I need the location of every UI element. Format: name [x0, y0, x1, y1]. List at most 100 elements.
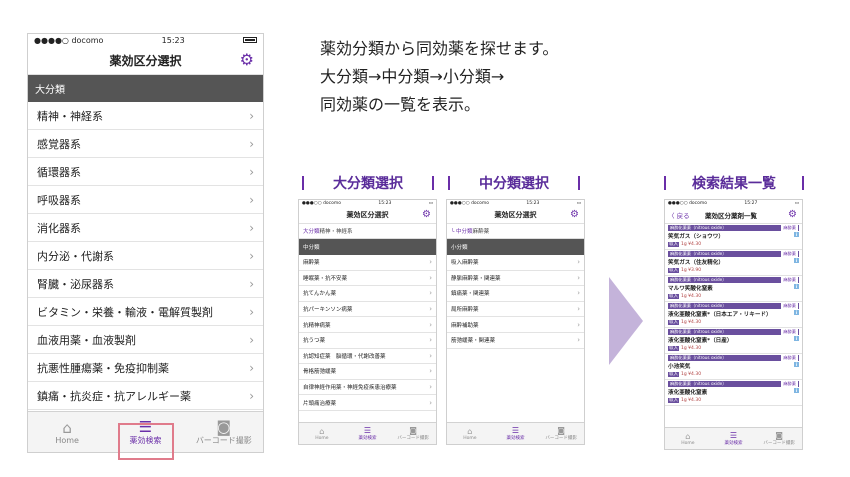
- category-tag: 麻酔薬: [781, 381, 798, 387]
- info-icon[interactable]: i: [794, 388, 799, 393]
- info-icon[interactable]: i: [794, 336, 799, 341]
- gear-icon[interactable]: ⚙: [422, 210, 431, 220]
- tab-home[interactable]: ⌂ Home: [28, 412, 106, 452]
- chevron-right-icon: ›: [429, 320, 432, 329]
- gear-icon[interactable]: ⚙: [788, 210, 797, 220]
- info-icon[interactable]: i: [794, 310, 799, 315]
- list-item-label: 消化器系: [37, 221, 81, 235]
- section-header: 大分類: [28, 75, 263, 102]
- list-item[interactable]: 鎮痛薬・関連薬 ›: [447, 286, 584, 302]
- result-name-row: 小池笑気 i: [668, 361, 799, 371]
- page-title: 薬効区分選択: [109, 53, 182, 68]
- list-item[interactable]: 循環器系 ›: [28, 158, 263, 186]
- tab-home[interactable]: ⌂ Home: [299, 423, 345, 444]
- list-item[interactable]: 消化器系 ›: [28, 214, 263, 242]
- result-name: 小池笑気: [668, 364, 691, 370]
- tab-barcode[interactable]: ◙ バーコード撮影: [756, 428, 802, 449]
- section-header: 中分類: [299, 239, 436, 255]
- chevron-right-icon: ›: [249, 360, 254, 375]
- chevron-right-icon: ›: [577, 273, 580, 282]
- price-badge: 収入: [668, 268, 679, 273]
- list-item[interactable]: 片頭痛治療薬 ›: [299, 395, 436, 411]
- info-icon[interactable]: i: [794, 284, 799, 289]
- list-item[interactable]: 抗パーキンソン病薬 ›: [299, 301, 436, 318]
- camera-icon: ◙: [216, 417, 232, 436]
- list-item[interactable]: 抗てんかん薬 ›: [299, 286, 436, 302]
- nav-bar: 〈 戻る 薬効区分薬剤一覧 ⚙: [665, 207, 802, 224]
- price: ¥4.30: [688, 372, 702, 377]
- description-line: 薬効分類から同効薬を探せます。: [320, 39, 559, 58]
- list-item-label: 睡眠薬・抗不安薬: [303, 275, 348, 282]
- list-item[interactable]: 血液用薬・血液製剤 ›: [28, 326, 263, 354]
- list-icon: ☰: [511, 426, 520, 435]
- list-item[interactable]: ビタミン・栄養・輸液・電解質製剤 ›: [28, 298, 263, 326]
- price-badge: 収入: [668, 372, 679, 377]
- category-tag: 麻酔薬: [781, 329, 798, 335]
- price-badge: 収入: [668, 294, 679, 299]
- result-item[interactable]: 麻酔化薬薬（nitrous oxide） 麻酔薬 液化亜酸化窒素*（日本エア・リキー…: [665, 302, 802, 328]
- tab-barcode[interactable]: ◙ バーコード撮影: [390, 423, 436, 444]
- tab-drug-search[interactable]: ☰ 薬効検索: [345, 423, 391, 444]
- list-item[interactable]: 局所麻酔薬 ›: [447, 301, 584, 318]
- tab-bar: ⌂ Home ☰ 薬効検索 ◙ バーコード撮影: [665, 427, 802, 449]
- gear-icon[interactable]: ⚙: [240, 52, 254, 68]
- list-item[interactable]: 呼吸器系 ›: [28, 186, 263, 214]
- tab-drug-search[interactable]: ☰ 薬効検索: [493, 423, 539, 444]
- result-item[interactable]: 麻酔化薬薬（nitrous oxide） 麻酔薬 マルワ笑酸化窒素 i 収入 1g ¥4.…: [665, 276, 802, 302]
- home-icon: ⌂: [319, 426, 325, 436]
- list-item[interactable]: 抗うつ薬 ›: [299, 332, 436, 349]
- list-item-label: 鎮痛薬・関連薬: [451, 291, 490, 298]
- list-item-label: 骨格筋弛緩薬: [303, 369, 337, 376]
- page-title: 薬効区分選択: [346, 211, 389, 219]
- result-name-row: 液化亜酸化窒素*（日本エア・リキード） i: [668, 309, 799, 319]
- tab-barcode[interactable]: ◙ バーコード撮影: [538, 423, 584, 444]
- tab-drug-search[interactable]: ☰ 薬効検索: [711, 428, 757, 449]
- tab-barcode[interactable]: ◙ バーコード撮影: [185, 412, 263, 452]
- list-item[interactable]: 感覚器系 ›: [28, 130, 263, 158]
- info-icon[interactable]: i: [794, 232, 799, 237]
- result-name: マルワ笑酸化窒素: [668, 286, 713, 292]
- category-tag: 麻酔薬: [781, 355, 798, 361]
- info-icon[interactable]: i: [794, 362, 799, 367]
- result-name: 液化亜酸化窒素: [668, 390, 708, 396]
- list-item[interactable]: 静脈麻酔薬・関連薬 ›: [447, 270, 584, 287]
- info-icon[interactable]: i: [794, 258, 799, 263]
- result-price: 収入 1g ¥4.30: [668, 345, 799, 351]
- result-item[interactable]: 麻酔化薬薬（nitrous oxide） 麻酔薬 液化亜酸化窒素 i 収入 1g ¥4.3…: [665, 380, 802, 406]
- list-item[interactable]: 骨格筋弛緩薬 ›: [299, 364, 436, 380]
- list-item[interactable]: 内分泌・代謝系 ›: [28, 242, 263, 270]
- price: ¥3.90: [688, 268, 702, 273]
- nav-bar: 薬効区分選択 ⚙: [447, 207, 584, 224]
- category-tag: 麻酔薬: [781, 225, 798, 231]
- tab-home[interactable]: ⌂ Home: [665, 428, 711, 449]
- result-item[interactable]: 麻酔化薬薬（nitrous oxide） 麻酔薬 笑気ガス（住友精化） i 収入 1g ¥…: [665, 250, 802, 276]
- list-item[interactable]: 麻酔薬 ›: [299, 255, 436, 271]
- list-item[interactable]: 麻酔補助薬 ›: [447, 317, 584, 333]
- list-item[interactable]: 筋弛緩薬・関連薬 ›: [447, 332, 584, 349]
- chevron-right-icon: ›: [429, 383, 432, 392]
- phone-middle-category: ●●●○○ docomo 15:23 ▭ 薬効区分選択 ⚙ └ 中分類 麻酔薬 …: [446, 199, 585, 445]
- list-item[interactable]: 抗認知症薬 脳循環・代謝改善薬 ›: [299, 348, 436, 365]
- category-tag: 麻酔薬: [781, 303, 798, 309]
- list-item[interactable]: 鎮痛・抗炎症・抗アレルギー薬 ›: [28, 382, 263, 410]
- chevron-right-icon: ›: [249, 136, 254, 151]
- result-price: 収入 1g ¥4.30: [668, 319, 799, 325]
- list-item[interactable]: 精神・神経系 ›: [28, 102, 263, 130]
- list-icon: ☰: [363, 426, 372, 435]
- carrier: ●●●●○ docomo: [34, 35, 104, 45]
- result-item[interactable]: 麻酔化薬薬（nitrous oxide） 麻酔薬 笑気ガス（ショウワ） i 収入 1g ¥…: [665, 224, 802, 250]
- result-item[interactable]: 麻酔化薬薬（nitrous oxide） 麻酔薬 液化亜酸化窒素*（日産） i 収入 1g…: [665, 328, 802, 354]
- result-item[interactable]: 麻酔化薬薬（nitrous oxide） 麻酔薬 小池笑気 i 収入 1g ¥4.30: [665, 354, 802, 380]
- list-item[interactable]: 睡眠薬・抗不安薬 ›: [299, 270, 436, 287]
- list-item[interactable]: 抗精神病薬 ›: [299, 317, 436, 333]
- back-button[interactable]: 〈 戻る: [665, 210, 705, 220]
- tab-home[interactable]: ⌂ Home: [447, 423, 493, 444]
- result-price: 収入 1g ¥4.30: [668, 371, 799, 377]
- list-item[interactable]: 抗悪性腫瘍薬・免疫抑制薬 ›: [28, 354, 263, 382]
- list-item-label: 抗パーキンソン病薬: [303, 307, 353, 314]
- list-item-label: 筋弛緩薬・関連薬: [451, 338, 496, 345]
- list-item[interactable]: 腎臓・泌尿器系 ›: [28, 270, 263, 298]
- list-item[interactable]: 吸入麻酔薬 ›: [447, 255, 584, 271]
- list-item[interactable]: 自律神経作用薬・神経免疫疾患治療薬 ›: [299, 379, 436, 396]
- gear-icon[interactable]: ⚙: [570, 210, 579, 220]
